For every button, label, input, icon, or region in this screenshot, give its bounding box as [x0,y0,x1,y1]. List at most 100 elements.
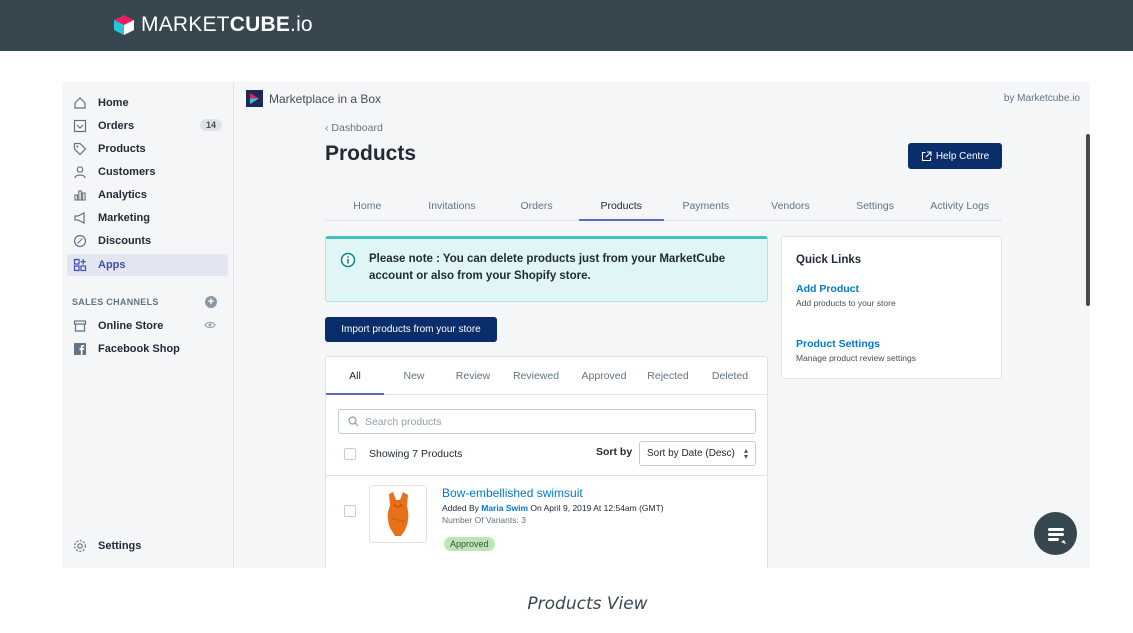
select-arrows-icon: ▴ ▾ [743,446,748,461]
tab-all[interactable]: All [326,357,384,395]
import-products-button[interactable]: Import products from your store [325,317,497,342]
eye-icon[interactable] [204,320,216,333]
tab-approved[interactable]: Approved [570,357,638,394]
product-checkbox[interactable] [344,505,356,517]
tab-invitations[interactable]: Invitations [410,194,495,220]
tag-icon [72,141,88,157]
vendor-credit: by Marketcube.io [1003,93,1080,104]
info-banner-text: Please note : You can delete products ju… [369,253,726,282]
sidebar-item-discounts[interactable]: Discounts [67,230,228,252]
tab-deleted[interactable]: Deleted [698,357,762,394]
product-added-by: Added By Maria Swim On April 9, 2019 At … [442,503,664,513]
quick-links-card: Quick Links Add Product Add products to … [781,236,1002,379]
tab-new[interactable]: New [384,357,444,394]
product-variants: Number Of Variants: 3 [442,515,526,525]
main-content: Marketplace in a Box by Marketcube.io ‹ … [235,82,1090,568]
product-settings-link[interactable]: Product Settings [796,338,880,350]
tab-rejected[interactable]: Rejected [638,357,698,394]
tab-vendors[interactable]: Vendors [748,194,833,220]
tab-payments[interactable]: Payments [664,194,749,220]
tab-products[interactable]: Products [578,194,664,221]
figure-caption: Products View [527,594,648,614]
brand-logo[interactable]: MARKETCUBE.io [113,12,313,38]
seller-link[interactable]: Maria Swim [481,503,528,513]
sidebar-item-products[interactable]: Products [67,138,228,160]
sidebar-item-home[interactable]: Home [67,92,228,114]
home-icon [72,95,88,111]
tab-orders[interactable]: Orders [494,194,579,220]
sidebar-item-settings[interactable]: Settings [67,535,228,557]
sidebar-item-facebook-shop[interactable]: Facebook Shop [67,338,228,360]
add-product-description: Add products to your store [796,298,896,308]
breadcrumb[interactable]: ‹ Dashboard [325,122,383,134]
quick-links-title: Quick Links [796,254,862,266]
sidebar-item-label: Settings [98,540,142,552]
chat-icon [1047,527,1066,544]
apps-icon [72,257,88,273]
discount-icon [72,233,88,249]
product-row[interactable]: Bow-embellished swimsuit Added By Maria … [326,476,767,564]
gear-icon [72,538,88,554]
status-badge: Approved [444,537,495,551]
orders-icon [72,118,88,134]
scrollbar[interactable] [1086,134,1090,306]
sidebar-item-label: Apps [98,259,126,271]
sidebar-item-label: Products [98,143,146,155]
bar-chart-icon [72,187,88,203]
chat-button[interactable] [1034,512,1077,555]
add-channel-icon[interactable]: + [205,296,217,308]
facebook-icon [72,341,88,357]
tab-home[interactable]: Home [325,194,410,220]
store-icon [72,318,88,334]
info-icon [340,252,356,268]
external-link-icon [921,150,932,161]
app-name: Marketplace in a Box [269,92,382,106]
cube-logo-icon [114,15,134,35]
app-logo-icon [246,90,263,107]
brand-name: MARKETCUBE.io [141,13,313,36]
sidebar-item-online-store[interactable]: Online Store [67,315,228,337]
product-status-tabs: All New Review Reviewed Approved Rejecte… [326,357,767,395]
sales-channels-heading: SALES CHANNELS [72,297,159,307]
sidebar-item-marketing[interactable]: Marketing [67,207,228,229]
app-tabs: Home Invitations Orders Products Payment… [325,194,1002,221]
app-header: Marketplace in a Box by Marketcube.io [235,82,1090,116]
sidebar-item-label: Marketing [98,212,150,224]
tab-reviewed[interactable]: Reviewed [502,357,570,394]
tab-review[interactable]: Review [444,357,502,394]
info-banner: Please note : You can delete products ju… [325,236,768,302]
sidebar-item-label: Orders [98,120,135,132]
app-screenshot: Home Orders 14 Products Customers Analyt… [62,82,1090,568]
tab-activity-logs[interactable]: Activity Logs [917,194,1002,220]
search-icon [348,416,359,427]
swimsuit-image [387,492,409,536]
tab-settings[interactable]: Settings [833,194,918,220]
sidebar-item-label: Facebook Shop [98,343,180,355]
sidebar-item-apps[interactable]: Apps [67,254,228,276]
select-all-checkbox[interactable] [344,448,356,460]
sidebar-item-orders[interactable]: Orders 14 [67,115,228,137]
site-header: MARKETCUBE.io [0,0,1133,51]
product-name-link[interactable]: Bow-embellished swimsuit [442,486,583,500]
sort-select[interactable]: Sort by Date (Desc) ▴ ▾ [639,441,756,466]
products-card: All New Review Reviewed Approved Rejecte… [325,356,768,568]
product-thumbnail[interactable] [369,485,427,543]
sort-label: Sort by [596,446,633,458]
sidebar-item-analytics[interactable]: Analytics [67,184,228,206]
page-title: Products [325,142,417,165]
megaphone-icon [72,210,88,226]
product-settings-description: Manage product review settings [796,353,917,363]
products-count: Showing 7 Products [369,448,463,460]
sidebar-item-label: Analytics [98,189,147,201]
sidebar-item-label: Online Store [98,320,164,332]
admin-sidebar: Home Orders 14 Products Customers Analyt… [62,82,234,568]
help-centre-button[interactable]: Help Centre [908,143,1002,169]
search-placeholder: Search products [365,415,442,428]
add-product-link[interactable]: Add Product [796,283,859,295]
sidebar-item-label: Home [98,97,129,109]
orders-count-badge: 14 [199,119,222,131]
sidebar-item-customers[interactable]: Customers [67,161,228,183]
search-input[interactable]: Search products [338,409,756,434]
person-icon [72,164,88,180]
sidebar-item-label: Customers [98,166,156,178]
